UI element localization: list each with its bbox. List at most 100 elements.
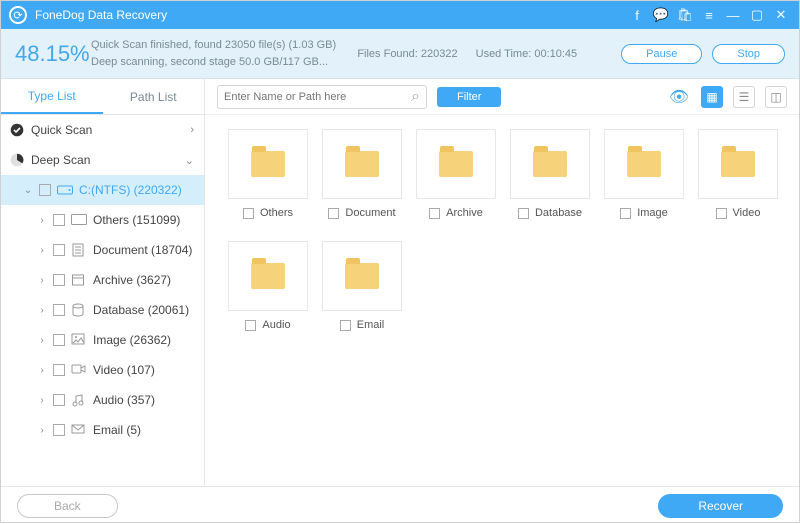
checkbox[interactable] <box>53 304 65 316</box>
filter-button[interactable]: Filter <box>437 87 501 107</box>
grid-item-email[interactable]: Email <box>317 241 407 349</box>
checkbox[interactable] <box>53 424 65 436</box>
chevron-down-icon: ⌄ <box>23 185 33 196</box>
folder-icon <box>251 151 285 177</box>
checkbox[interactable] <box>429 208 440 219</box>
toolbar: ⌕ Filter 👁 ▦ ☰ ◫ <box>205 79 799 115</box>
pause-button[interactable]: Pause <box>621 44 702 64</box>
grid-item-archive[interactable]: Archive <box>411 129 501 237</box>
minimize-icon[interactable]: — <box>721 1 745 29</box>
shop-icon[interactable]: 🛍 <box>673 1 697 29</box>
sidebar-tabs: Type List Path List <box>1 79 204 115</box>
tree-item-others[interactable]: › Others (151099) <box>1 205 204 235</box>
main-panel: ⌕ Filter 👁 ▦ ☰ ◫ Others Document Archive <box>205 79 799 486</box>
tree-drive-c[interactable]: ⌄ C:(NTFS) (220322) <box>1 175 204 205</box>
titlebar: ⟳ FoneDog Data Recovery f 💬 🛍 ≡ — ▢ ✕ <box>1 1 799 29</box>
status-line-1: Quick Scan finished, found 23050 file(s)… <box>91 37 357 54</box>
status-bar: 48.15% Quick Scan finished, found 23050 … <box>1 29 799 79</box>
folder-icon <box>439 151 473 177</box>
checkbox[interactable] <box>53 364 65 376</box>
maximize-icon[interactable]: ▢ <box>745 1 769 29</box>
progress-percent: 48.15% <box>15 41 81 67</box>
checkbox[interactable] <box>53 394 65 406</box>
tree-quick-scan[interactable]: Quick Scan › <box>1 115 204 145</box>
checkbox[interactable] <box>620 208 631 219</box>
feedback-icon[interactable]: 💬 <box>649 1 673 29</box>
preview-eye-icon[interactable]: 👁 <box>667 87 691 107</box>
checkbox[interactable] <box>518 208 529 219</box>
document-icon <box>71 243 87 257</box>
used-time: Used Time: 00:10:45 <box>476 48 578 60</box>
tree-item-audio[interactable]: › Audio (357) <box>1 385 204 415</box>
image-icon <box>71 333 87 347</box>
chevron-down-icon: ⌄ <box>185 154 194 167</box>
grid-item-others[interactable]: Others <box>223 129 313 237</box>
folder-icon <box>627 151 661 177</box>
checkbox[interactable] <box>716 208 727 219</box>
grid-item-database[interactable]: Database <box>505 129 595 237</box>
close-icon[interactable]: ✕ <box>769 1 793 29</box>
chevron-right-icon: › <box>37 245 47 256</box>
grid-item-label: Email <box>357 319 385 331</box>
view-grid-icon[interactable]: ▦ <box>701 86 723 108</box>
search-input[interactable] <box>224 91 411 103</box>
checkbox[interactable] <box>53 274 65 286</box>
email-icon <box>71 423 87 437</box>
folder-icon <box>251 263 285 289</box>
grid-item-label: Audio <box>262 319 290 331</box>
folder-icon <box>71 213 87 227</box>
grid-item-label: Archive <box>446 207 483 219</box>
back-button[interactable]: Back <box>17 494 118 518</box>
grid-item-label: Video <box>733 207 761 219</box>
recover-button[interactable]: Recover <box>658 494 783 518</box>
checkbox[interactable] <box>245 320 256 331</box>
folder-thumb <box>228 129 308 199</box>
view-list-icon[interactable]: ☰ <box>733 86 755 108</box>
tab-path-list[interactable]: Path List <box>103 79 205 114</box>
folder-thumb <box>604 129 684 199</box>
checkbox[interactable] <box>53 214 65 226</box>
tree-item-email[interactable]: › Email (5) <box>1 415 204 445</box>
folder-thumb <box>322 241 402 311</box>
database-icon <box>71 303 87 317</box>
grid-item-audio[interactable]: Audio <box>223 241 313 349</box>
search-input-wrap[interactable]: ⌕ <box>217 85 427 109</box>
status-messages: Quick Scan finished, found 23050 file(s)… <box>81 37 357 70</box>
checkbox[interactable] <box>53 244 65 256</box>
video-icon <box>71 363 87 377</box>
tab-type-list[interactable]: Type List <box>1 79 103 114</box>
checkbox[interactable] <box>340 320 351 331</box>
folder-thumb <box>510 129 590 199</box>
folder-thumb <box>416 129 496 199</box>
checkbox[interactable] <box>53 334 65 346</box>
footer: Back Recover <box>1 486 799 524</box>
tree-item-archive[interactable]: › Archive (3627) <box>1 265 204 295</box>
checkbox[interactable] <box>328 208 339 219</box>
grid-item-document[interactable]: Document <box>317 129 407 237</box>
checkbox[interactable] <box>243 208 254 219</box>
archive-icon <box>71 273 87 287</box>
files-found: Files Found: 220322 <box>357 48 457 60</box>
grid-item-label: Image <box>637 207 668 219</box>
grid-item-video[interactable]: Video <box>693 129 783 237</box>
checkbox[interactable] <box>39 184 51 196</box>
tree-item-video[interactable]: › Video (107) <box>1 355 204 385</box>
stop-button[interactable]: Stop <box>712 44 785 64</box>
menu-icon[interactable]: ≡ <box>697 1 721 29</box>
grid-item-label: Database <box>535 207 582 219</box>
view-detail-icon[interactable]: ◫ <box>765 86 787 108</box>
progress-pie-icon <box>9 152 25 168</box>
folder-thumb <box>228 241 308 311</box>
file-grid: Others Document Archive Database Image V… <box>205 115 799 486</box>
grid-item-label: Others <box>260 207 293 219</box>
tree-deep-scan[interactable]: Deep Scan ⌄ <box>1 145 204 175</box>
chevron-right-icon: › <box>37 215 47 226</box>
tree-item-database[interactable]: › Database (20061) <box>1 295 204 325</box>
facebook-icon[interactable]: f <box>625 1 649 29</box>
tree-item-document[interactable]: › Document (18704) <box>1 235 204 265</box>
folder-thumb <box>322 129 402 199</box>
chevron-right-icon: › <box>37 275 47 286</box>
chevron-right-icon: › <box>37 305 47 316</box>
grid-item-image[interactable]: Image <box>599 129 689 237</box>
tree-item-image[interactable]: › Image (26362) <box>1 325 204 355</box>
